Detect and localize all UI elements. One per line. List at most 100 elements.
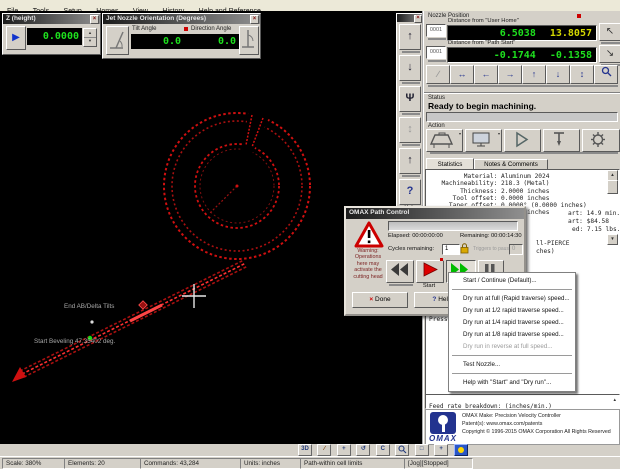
close-icon[interactable]: × — [414, 15, 422, 23]
active-tool-button[interactable] — [453, 444, 468, 456]
end-tilt-label: End AB/Delta Tilts — [64, 303, 115, 310]
z-height-panel: Z (height) × ▶ 0.0000 ▲ ▼ — [2, 13, 101, 55]
rotate-view-button[interactable]: ↺ — [356, 444, 371, 456]
palette-help-button[interactable]: ? — [399, 179, 421, 205]
path-direction-arrow — [12, 367, 26, 382]
contour-button[interactable]: C — [375, 444, 390, 456]
nozzle-orientation-panel: Jet Nozzle Orientation (Degrees) × Tilt … — [102, 13, 261, 59]
annotate-button[interactable]: ∕ — [317, 444, 332, 456]
cycles-remaining-input[interactable]: 1 — [442, 244, 460, 255]
app-icon — [457, 447, 464, 453]
start-button[interactable] — [416, 260, 444, 283]
menu-item-dry-run-quarter[interactable]: Dry run at 1/4 rapid traverse speed... — [449, 317, 575, 329]
settings-button[interactable] — [582, 129, 620, 152]
change-path-setup-button[interactable]: ▾ — [465, 129, 502, 152]
tilt-diagram-icon — [110, 31, 124, 49]
home-counter: 0001 — [426, 24, 446, 37]
scrollbar-down-button[interactable]: ▼ — [607, 234, 618, 245]
auto-height-button[interactable]: ↕ — [399, 117, 421, 143]
z-height-spinner[interactable]: ▲ ▼ — [83, 28, 97, 47]
pan-button[interactable]: + — [336, 444, 351, 456]
path-control-title[interactable]: OMAX Path Control — [346, 208, 524, 219]
stats-fragment: art: 14.9 min. — [568, 210, 620, 217]
branding-line1: OMAX Make: Precision Velocity Controller — [462, 413, 561, 419]
goto-home-button[interactable]: ↖ — [599, 23, 620, 41]
step-back-button[interactable] — [386, 260, 414, 283]
home-distance-label: Distance from "User Home" — [448, 18, 519, 24]
jog-up-button[interactable]: ↑ — [522, 65, 546, 84]
jog-updown-button[interactable]: ↕ — [570, 65, 594, 84]
fit-view-button[interactable]: + — [434, 444, 449, 456]
direction-diagram-button[interactable] — [239, 26, 259, 55]
orientation-alert-dot — [184, 27, 188, 31]
jog-right-button[interactable]: → — [498, 65, 522, 84]
collapse-icon[interactable]: ▴ — [613, 397, 616, 403]
stats-fragment: art: $84.58 — [568, 218, 609, 225]
menu-item-help-start[interactable]: Help with "Start" and "Dry run"... — [449, 377, 575, 389]
warning-triangle-icon — [354, 221, 384, 248]
menu-item-dry-run-full[interactable]: Dry run at full (Rapid traverse) speed..… — [449, 293, 575, 305]
dialog-warning-text: Warning: Operations here may activate th… — [353, 248, 383, 280]
scrollbar-thumb[interactable] — [607, 180, 618, 194]
z-height-readout: 0.0000 — [27, 28, 82, 45]
view-3d-button[interactable]: 3D — [298, 444, 312, 456]
close-icon[interactable]: × — [250, 15, 259, 24]
zoom-position-button[interactable] — [594, 65, 618, 84]
stats-fragment: ches) — [536, 248, 555, 255]
menu-item-test-nozzle[interactable]: Test Nozzle... — [449, 359, 575, 371]
nozzle-action-button[interactable] — [543, 129, 580, 152]
close-icon[interactable]: × — [90, 15, 99, 24]
end-tilt-marker — [90, 320, 94, 324]
direction-angle-label: Direction Angle — [191, 26, 232, 32]
branding-line2: Patent(s): www.omax.com/patents — [462, 421, 543, 427]
z-move-icon: ▶ — [12, 32, 20, 43]
tilt-diagram-button[interactable] — [106, 26, 129, 55]
stats-fragment: ed: 7.15 lbs. — [572, 226, 620, 233]
z-move-button[interactable]: ▶ — [6, 26, 26, 50]
menu-item-dry-run-eighth[interactable]: Dry run at 1/8 rapid traverse speed... — [449, 329, 575, 341]
zoom-window-button[interactable]: □ — [414, 444, 429, 456]
padlock-icon[interactable] — [460, 243, 469, 254]
nozzle-up-button[interactable]: ↑ — [399, 24, 421, 50]
nozzle-down-button[interactable]: ↓ — [399, 55, 421, 81]
statusbar: Scale: 380% Elements: 20 Commands: 43,28… — [0, 456, 620, 469]
direction-diagram-icon — [242, 30, 254, 48]
status-message: Ready to begin machining. — [428, 101, 537, 111]
menu-item-dry-run-half[interactable]: Dry run at 1/2 rapid traverse speed... — [449, 305, 575, 317]
pathstart-x-value: -0.1744 — [493, 49, 536, 61]
goto-path-start-button[interactable]: ↘ — [599, 45, 620, 63]
pathstart-distance-readout: -0.1744 -0.1358 — [447, 47, 597, 63]
statusbar-scale: Scale: 380% — [2, 458, 65, 469]
jog-left-button[interactable]: ← — [474, 65, 498, 84]
view-toolbar: 3D ∕ + ↺ C □ + — [298, 444, 469, 456]
z-jog-palette: × ↑ ↓ Ψ ↕ ↑ ? Help — [396, 13, 424, 231]
remaining-value: 00:00:14:30 — [490, 233, 522, 239]
nozzle-orientation-title: Jet Nozzle Orientation (Degrees) — [103, 14, 260, 24]
crosshair-cursor — [182, 284, 206, 308]
begin-machining-button[interactable] — [504, 129, 541, 152]
stat-material: Material: Aluminum 2024 — [434, 173, 550, 180]
zoom-button[interactable] — [395, 444, 410, 456]
done-button[interactable]: × Done — [352, 292, 408, 308]
jog-down-button[interactable]: ↓ — [546, 65, 570, 84]
action-button-row: ▾ ▾ — [426, 129, 620, 155]
feed-rate-row[interactable]: Feed rate breakdown: (inches/min.) ▴ — [425, 394, 620, 410]
statusbar-commands: Commands: 43,284 — [140, 458, 241, 469]
jog-xy-button[interactable]: ↔ — [450, 65, 474, 84]
z-height-title: Z (height) — [3, 14, 100, 24]
triggers-to-pause-label: Triggers to pause — [473, 246, 512, 252]
nozzle-test-button[interactable]: Ψ — [399, 86, 421, 112]
pathstart-y-value: -0.1358 — [549, 49, 592, 61]
dialog-progressbar — [388, 221, 518, 231]
statusbar-elements: Elements: 20 — [64, 458, 141, 469]
status-progressbar — [426, 112, 618, 122]
home-y-value: 13.8057 — [549, 27, 592, 39]
computer-icon — [472, 132, 490, 147]
rewind-icon — [391, 263, 408, 276]
pump-test-button[interactable]: ▾ — [426, 129, 463, 152]
jog-button-row: ∕ ↔ ← → ↑ ↓ ↕ — [426, 65, 620, 89]
raise-nozzle-button[interactable]: ↑ — [399, 148, 421, 174]
statusbar-path-limits: Path-within cell limits — [300, 458, 405, 469]
jog-diagonal-button[interactable]: ∕ — [426, 65, 450, 84]
menu-item-start-continue[interactable]: Start / Continue (Default)... — [449, 275, 575, 287]
